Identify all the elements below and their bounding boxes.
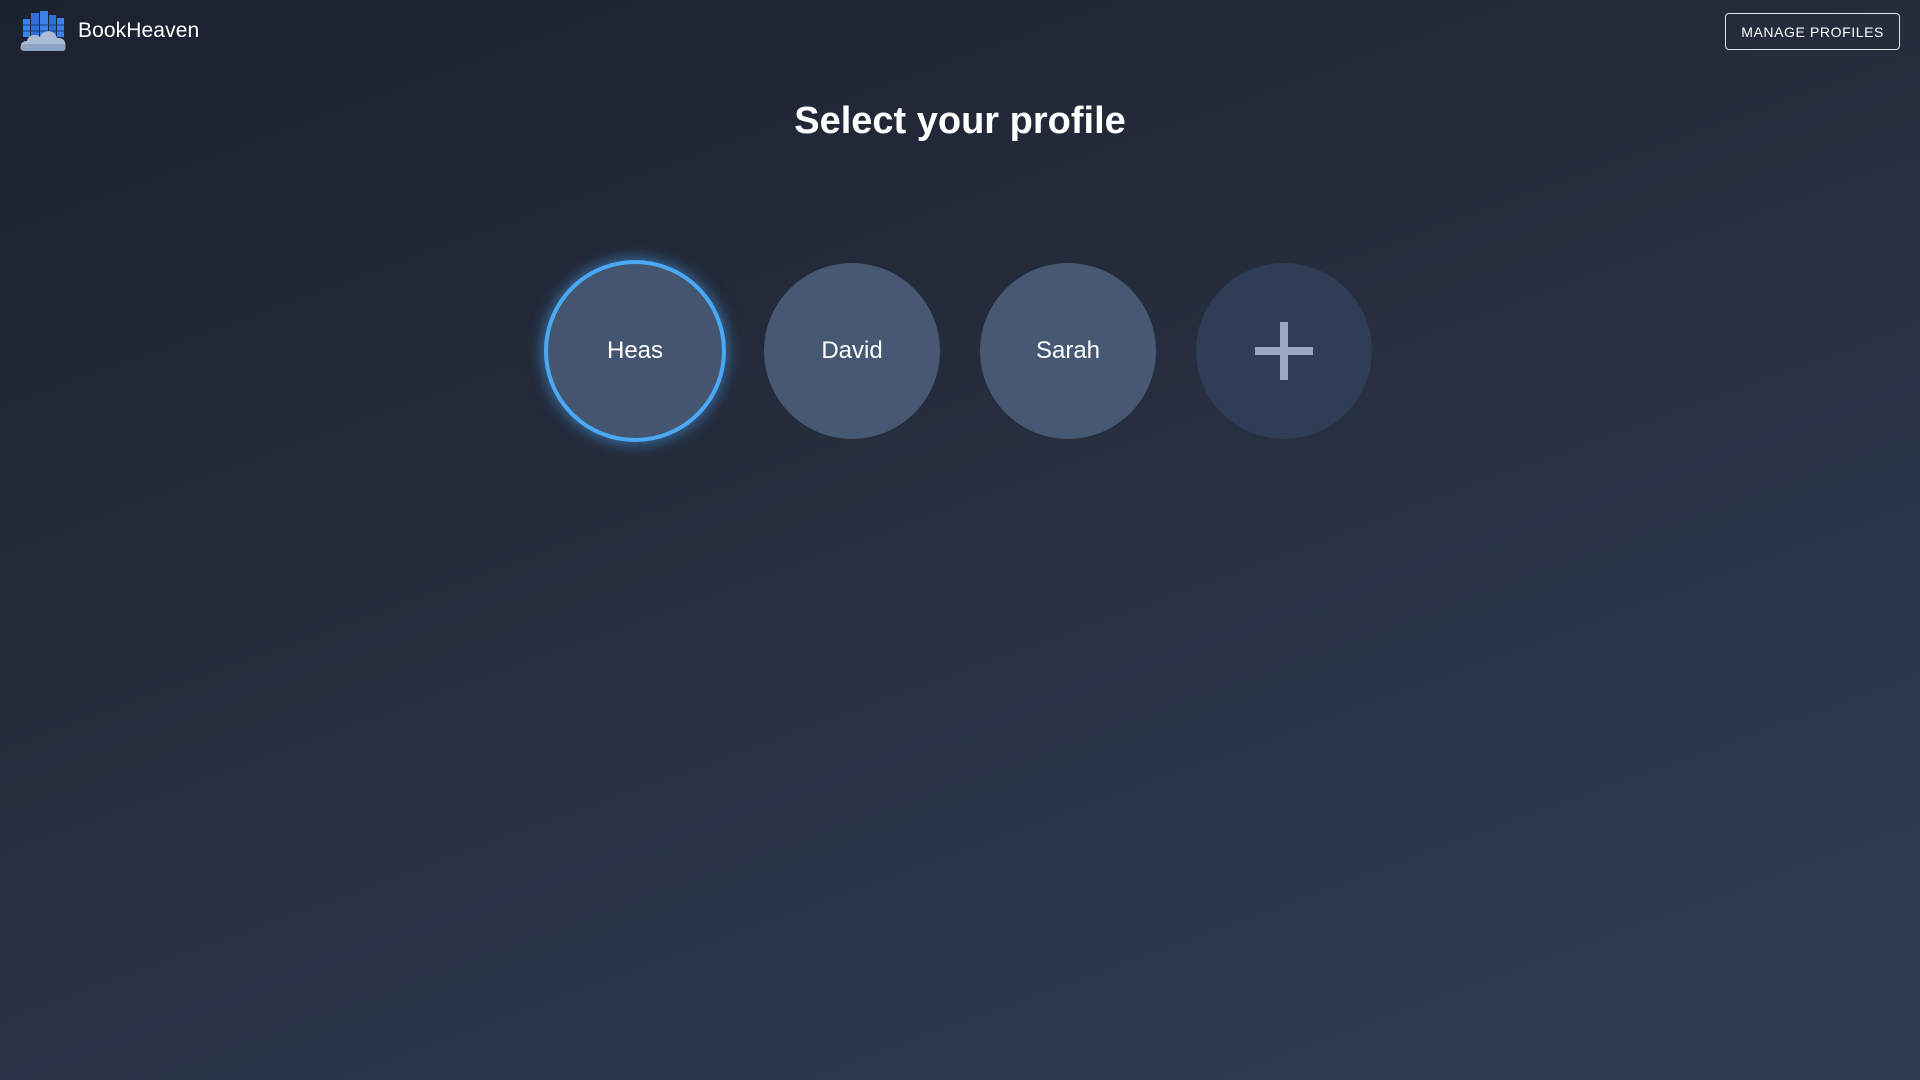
profile-heas[interactable]: Heas <box>544 260 726 442</box>
profile-david[interactable]: David <box>764 263 940 439</box>
profile-sarah[interactable]: Sarah <box>980 263 1156 439</box>
page-title: Select your profile <box>794 100 1126 142</box>
manage-profiles-button[interactable]: MANAGE PROFILES <box>1725 13 1900 50</box>
profile-name: Sarah <box>1035 337 1101 364</box>
app-name: BookHeaven <box>78 19 200 42</box>
brand[interactable]: BookHeaven <box>19 9 199 53</box>
cloud-bookshelf-icon <box>20 11 66 51</box>
profile-name: Heas <box>606 337 664 364</box>
profile-list: Heas David Sarah <box>0 260 1920 442</box>
plus-icon <box>1255 322 1313 380</box>
top-bar: BookHeaven MANAGE PROFILES <box>0 0 1920 64</box>
add-profile-button[interactable] <box>1196 263 1372 439</box>
profile-name: David <box>821 337 883 364</box>
